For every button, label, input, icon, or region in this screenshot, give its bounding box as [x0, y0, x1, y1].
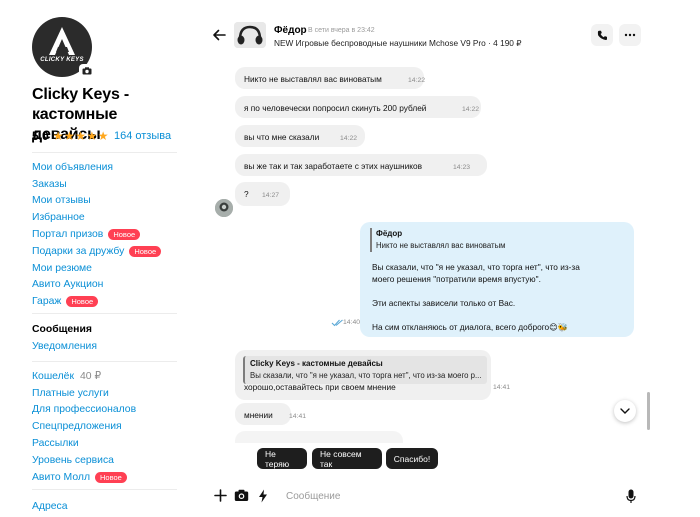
menu-item-my-ads[interactable]: Мои объявления: [32, 159, 161, 176]
lightning-icon[interactable]: [258, 489, 268, 503]
message-text: ?: [244, 189, 249, 199]
more-options-button[interactable]: [619, 24, 641, 46]
menu-item-orders[interactable]: Заказы: [32, 176, 161, 193]
message-time: 14:41: [493, 384, 511, 391]
menu-item-notifications[interactable]: Уведомления: [32, 338, 97, 355]
divider: [32, 313, 177, 314]
chat-header: Фёдор В сети вчера в 23:42 NEW Игровые б…: [200, 12, 650, 56]
menu-item-avito-mall[interactable]: Авито Молл Новое: [32, 469, 136, 486]
menu-item-messages[interactable]: Сообщения: [32, 321, 97, 338]
menu-item-for-pros[interactable]: Для профессионалов: [32, 402, 136, 419]
chat-panel: Фёдор В сети вчера в 23:42 NEW Игровые б…: [200, 12, 650, 517]
contact-avatar[interactable]: [215, 199, 233, 217]
message-line: На сим откланяюсь от диалога, всего добр…: [372, 322, 569, 332]
logo-text: CLICKY KEYS: [40, 57, 84, 63]
quick-reply-button[interactable]: Спасибо!: [386, 448, 438, 469]
quick-reply-button[interactable]: Не совсем так: [312, 448, 382, 469]
compose-bar: Сообщение: [200, 482, 650, 512]
divider: [32, 152, 177, 153]
back-arrow-icon[interactable]: [212, 28, 226, 42]
message-text: я по человечески попросил скинуть 200 ру…: [244, 103, 427, 113]
menu-item-favorites[interactable]: Избранное: [32, 209, 161, 226]
item-title[interactable]: NEW Игровые беспроводные наушники Mchose…: [274, 38, 522, 48]
menu-item-special-offers[interactable]: Спецпредложения: [32, 418, 136, 435]
scroll-down-button[interactable]: [614, 400, 636, 422]
item-thumbnail[interactable]: [234, 22, 266, 48]
message-text: Никто не выставлял вас виноватым: [244, 74, 382, 84]
plus-icon[interactable]: [214, 489, 227, 502]
menu-messages: Сообщения Уведомления: [32, 321, 97, 355]
message-body: Вы сказали, что "я не указал, что торга …: [372, 261, 630, 333]
message-incoming[interactable]: я по человечески попросил скинуть 200 ру…: [235, 96, 481, 118]
menu-item-auction[interactable]: Авито Аукцион: [32, 277, 161, 294]
message-incoming[interactable]: Никто не выставлял вас виноватым 14:22: [235, 67, 426, 89]
message-input[interactable]: Сообщение: [286, 491, 340, 502]
message-line: Вы сказали, что "я не указал, что торга …: [372, 262, 580, 272]
message-text: вы что мне сказали: [244, 132, 320, 142]
message-text: мнении: [244, 410, 273, 420]
menu-item-garage[interactable]: Гараж Новое: [32, 293, 161, 310]
menu-item-mailings[interactable]: Рассылки: [32, 435, 136, 452]
reviews-link[interactable]: 164 отзыва: [114, 130, 171, 142]
camera-icon[interactable]: [79, 64, 94, 77]
new-badge: Новое: [95, 471, 127, 483]
message-time: 14:41: [289, 413, 307, 420]
menu-item-friend-gifts[interactable]: Подарки за дружбу Новое: [32, 243, 162, 260]
message-line: Эти аспекты зависели только от Вас.: [372, 298, 516, 308]
message-time: 14:27: [262, 192, 280, 199]
menu-services: Кошелёк 40 ₽ Платные услуги Для профессио…: [32, 368, 136, 486]
wallet-amount: 40 ₽: [80, 371, 102, 383]
contact-status: В сети вчера в 23:42: [308, 27, 375, 34]
divider: [32, 361, 177, 362]
microphone-icon[interactable]: [626, 489, 636, 504]
menu-addresses: Адреса: [32, 498, 68, 515]
quote-author: Фёдор: [376, 229, 403, 238]
menu-item-my-reviews[interactable]: Мои отзывы: [32, 193, 161, 210]
new-badge: Новое: [108, 229, 141, 241]
camera-icon[interactable]: [234, 489, 249, 502]
message-partial: [235, 431, 403, 443]
message-time: 14:22: [340, 135, 358, 142]
chevron-down-icon: [620, 408, 630, 414]
menu-item-wallet[interactable]: Кошелёк 40 ₽: [32, 368, 136, 385]
menu-item-service-level[interactable]: Уровень сервиса: [32, 452, 136, 469]
rating-score: 5,0: [32, 129, 49, 143]
menu-main: Мои объявления Заказы Мои отзывы Избранн…: [32, 159, 162, 310]
message-incoming[interactable]: ? 14:27: [235, 182, 290, 206]
more-dots-icon: [624, 33, 636, 37]
star-rating-icon: ★★★★★: [52, 129, 109, 143]
quote-text: Никто не выставлял вас виноватым: [376, 241, 506, 250]
message-incoming[interactable]: мнении 14:41: [235, 403, 306, 425]
message-incoming[interactable]: вы же так и так заработаете с этих наушн…: [235, 154, 487, 176]
message-incoming[interactable]: вы что мне сказали 14:22: [235, 125, 365, 147]
quick-reply-button[interactable]: Не теряю: [257, 448, 307, 469]
quoted-message[interactable]: Фёдор Никто не выставлял вас виноватым: [370, 228, 620, 252]
menu-item-addresses[interactable]: Адреса: [32, 498, 68, 515]
message-text: хорошо,оставайтесь при своем мнение: [244, 382, 396, 392]
new-badge: Новое: [129, 245, 162, 257]
quoted-message[interactable]: Clicky Keys - кастомные девайсы Вы сказа…: [243, 356, 487, 384]
rating-row: 5,0 ★★★★★ 164 отзыва: [32, 129, 171, 143]
menu-item-prize-portal[interactable]: Портал призов Новое: [32, 226, 161, 243]
message-text: вы же так и так заработаете с этих наушн…: [244, 161, 422, 171]
profile-avatar[interactable]: CLICKY KEYS: [32, 17, 94, 77]
menu-item-paid-services[interactable]: Платные услуги: [32, 385, 136, 402]
quote-author: Clicky Keys - кастомные девайсы: [250, 359, 383, 368]
divider: [32, 489, 177, 490]
scrollbar[interactable]: [647, 392, 650, 430]
contact-name[interactable]: Фёдор: [274, 25, 307, 36]
logo-mark-icon: [49, 27, 75, 55]
menu-item-resumes[interactable]: Мои резюме: [32, 260, 161, 277]
profile-sidebar: CLICKY KEYS Clicky Keys - кастомные дева…: [0, 0, 190, 517]
message-time: 14:23: [453, 164, 471, 171]
message-incoming[interactable]: Clicky Keys - кастомные девайсы Вы сказа…: [235, 350, 510, 400]
message-time: 14:40: [343, 319, 361, 326]
new-badge: Новое: [66, 296, 99, 308]
phone-icon: [597, 30, 607, 40]
message-time: 14:22: [408, 77, 426, 84]
message-outgoing[interactable]: Фёдор Никто не выставлял вас виноватым В…: [360, 222, 634, 337]
message-time: 14:22: [462, 106, 480, 113]
call-button[interactable]: [591, 24, 613, 46]
message-line: моего решения "потратили время впустую".: [372, 274, 541, 284]
